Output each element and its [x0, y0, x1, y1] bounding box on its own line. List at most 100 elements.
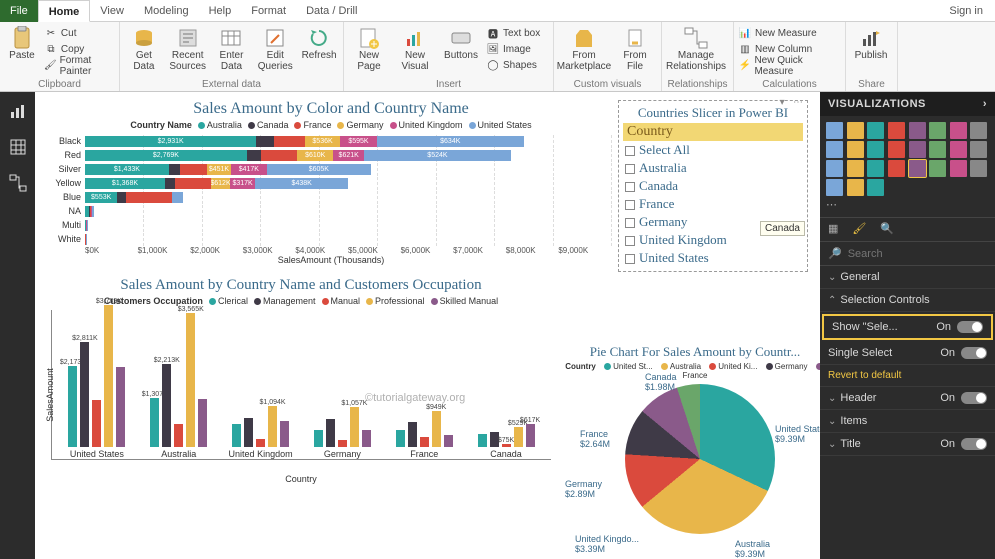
viz-type-icon[interactable] — [970, 122, 987, 139]
slicer-item[interactable]: France — [623, 195, 803, 213]
edit-queries-button[interactable]: Edit Queries — [255, 26, 295, 76]
relationships-icon — [684, 26, 708, 50]
chart2-yaxis: SalesAmount — [45, 368, 55, 422]
manage-relationships-button[interactable]: Manage Relationships — [666, 26, 726, 76]
shapes-button[interactable]: ◯Shapes — [486, 58, 540, 73]
viz-type-icon[interactable] — [826, 160, 843, 177]
paste-button[interactable]: Paste — [4, 26, 40, 76]
viz-type-icon[interactable] — [826, 141, 843, 158]
slicer-item[interactable]: United States — [623, 249, 803, 267]
format-search[interactable]: 🔎 — [820, 242, 995, 266]
format-property-row[interactable]: ⌄TitleOn — [820, 433, 995, 456]
column-bar: $1,307K — [150, 398, 159, 447]
viz-type-icon[interactable] — [970, 160, 987, 177]
publish-icon — [859, 26, 883, 50]
viz-type-icon[interactable] — [826, 122, 843, 139]
viz-type-icon[interactable] — [888, 141, 905, 158]
image-button[interactable]: 🖼Image — [486, 42, 540, 57]
toggle-switch[interactable] — [961, 438, 987, 450]
tab-view[interactable]: View — [90, 0, 134, 22]
column-bar — [478, 434, 487, 447]
tab-data-drill[interactable]: Data / Drill — [296, 0, 367, 22]
analytics-tab-icon[interactable]: 🔍 — [880, 222, 894, 235]
column-bar — [420, 437, 429, 447]
slicer-item[interactable]: Australia — [623, 159, 803, 177]
viz-type-icon[interactable] — [867, 122, 884, 139]
sign-in-link[interactable]: Sign in — [937, 5, 995, 17]
report-view-button[interactable] — [5, 98, 31, 124]
toggle-switch[interactable] — [961, 347, 987, 359]
new-quick-measure-button[interactable]: ⚡New Quick Measure — [738, 58, 841, 73]
recent-sources-button[interactable]: Recent Sources — [168, 26, 208, 76]
format-property-row[interactable]: Revert to default — [820, 365, 995, 387]
hbar-row: Multi — [51, 218, 611, 232]
viz-type-icon[interactable] — [950, 122, 967, 139]
cut-button[interactable]: ✂Cut — [44, 26, 115, 41]
new-page-button[interactable]: New Page — [348, 26, 390, 76]
file-menu[interactable]: File — [0, 0, 38, 22]
viz-type-icon[interactable] — [867, 179, 884, 196]
format-property-row[interactable]: Single SelectOn — [820, 342, 995, 365]
column-bar — [338, 440, 347, 447]
get-data-button[interactable]: Get Data — [124, 26, 164, 76]
image-icon: 🖼 — [486, 43, 500, 57]
chart2-xaxis: Country — [51, 474, 551, 484]
slicer-item[interactable]: Canada — [623, 177, 803, 195]
more-visuals-icon[interactable]: ⋯ — [826, 198, 845, 211]
format-property-row[interactable]: ⌃Selection Controls — [820, 289, 995, 312]
viz-type-icon[interactable] — [826, 179, 843, 196]
refresh-button[interactable]: Refresh — [299, 26, 339, 76]
chart-clustered-column[interactable]: Sales Amount by Country Name and Custome… — [51, 277, 551, 484]
tab-help[interactable]: Help — [199, 0, 242, 22]
viz-type-icon[interactable] — [950, 160, 967, 177]
toggle-switch[interactable] — [957, 321, 983, 333]
slicer-countries[interactable]: ▾ ⋯ Countries Slicer in Power BI Country… — [618, 100, 808, 272]
viz-type-icon[interactable] — [929, 141, 946, 158]
format-tab-icon[interactable]: 🖌 — [852, 222, 866, 235]
column-bar — [174, 424, 183, 447]
viz-type-icon[interactable] — [847, 160, 864, 177]
format-painter-button[interactable]: 🖌Format Painter — [44, 58, 115, 73]
enter-data-button[interactable]: Enter Data — [212, 26, 252, 76]
new-measure-button[interactable]: 📊New Measure — [738, 26, 841, 41]
toggle-switch[interactable] — [961, 392, 987, 404]
report-canvas[interactable]: Sales Amount by Color and Country Name C… — [35, 92, 820, 559]
format-property-row[interactable]: Show "Sele...On — [822, 314, 993, 340]
viz-type-icon[interactable] — [909, 122, 926, 139]
tab-home[interactable]: Home — [38, 0, 91, 22]
viz-type-icon[interactable] — [909, 141, 926, 158]
chart-pie[interactable]: Pie Chart For Sales Amount by Countr... … — [555, 344, 820, 534]
viz-type-icon[interactable] — [909, 160, 926, 177]
tab-modeling[interactable]: Modeling — [134, 0, 199, 22]
new-visual-button[interactable]: New Visual — [394, 26, 436, 76]
viz-type-icon[interactable] — [847, 122, 864, 139]
data-view-button[interactable] — [5, 134, 31, 160]
publish-button[interactable]: Publish — [850, 26, 892, 76]
chart-stacked-bar[interactable]: Sales Amount by Color and Country Name C… — [51, 100, 611, 265]
from-file-button[interactable]: From File — [614, 26, 656, 76]
viz-type-icon[interactable] — [929, 122, 946, 139]
viz-type-icon[interactable] — [888, 122, 905, 139]
viz-type-icon[interactable] — [847, 141, 864, 158]
viz-type-icon[interactable] — [867, 160, 884, 177]
fields-tab-icon[interactable]: ▦ — [828, 222, 838, 235]
from-marketplace-button[interactable]: From Marketplace — [558, 26, 610, 76]
visual-options-button[interactable]: ▾ ⋯ — [780, 97, 803, 108]
slicer-item[interactable]: Select All — [623, 141, 803, 159]
textbox-button[interactable]: 🅰Text box — [486, 26, 540, 41]
format-property-row[interactable]: ⌄General — [820, 266, 995, 289]
tab-format[interactable]: Format — [241, 0, 296, 22]
buttons-button[interactable]: Buttons — [440, 26, 482, 76]
viz-type-icon[interactable] — [847, 179, 864, 196]
viz-type-icon[interactable] — [950, 141, 967, 158]
model-view-button[interactable] — [5, 170, 31, 196]
format-property-row[interactable]: ⌄HeaderOn — [820, 387, 995, 410]
search-input[interactable] — [848, 248, 990, 260]
viz-type-icon[interactable] — [929, 160, 946, 177]
viz-type-icon[interactable] — [888, 160, 905, 177]
format-property-row[interactable]: ⌄Items — [820, 410, 995, 433]
viz-type-icon[interactable] — [867, 141, 884, 158]
visualizations-header[interactable]: VISUALIZATIONS › — [820, 92, 995, 116]
viz-type-icon[interactable] — [970, 141, 987, 158]
column-bar — [314, 430, 323, 447]
